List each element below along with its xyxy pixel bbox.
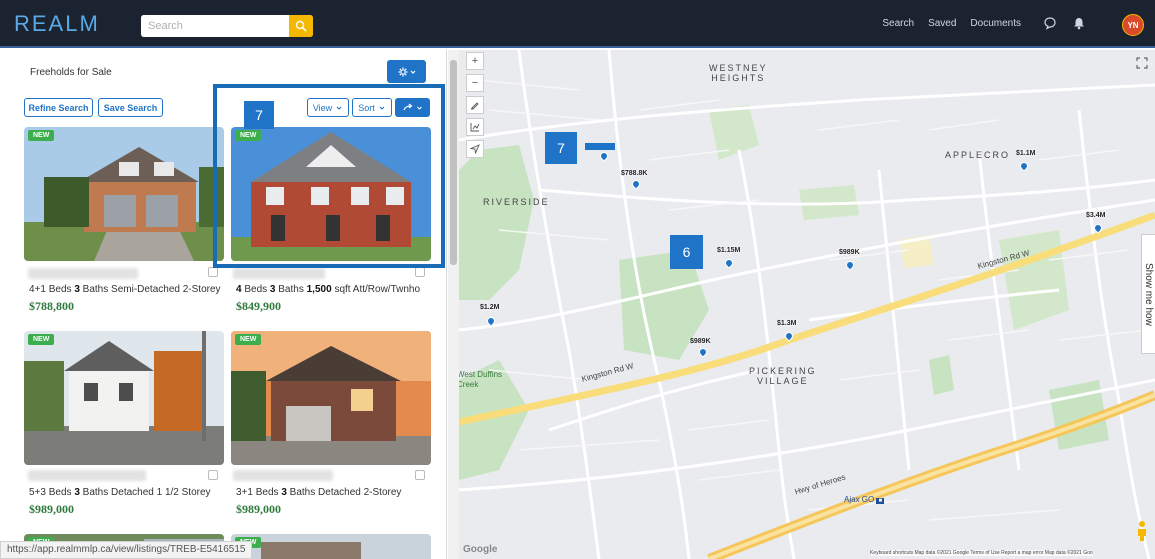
zoom-out-button[interactable]: −: [466, 74, 484, 92]
listing-card[interactable]: NEW: [24, 331, 224, 465]
blurred-address: [233, 268, 325, 279]
bell-icon[interactable]: [1072, 16, 1086, 30]
listing-price: $989,000: [236, 502, 281, 516]
settings-dropdown-button[interactable]: [387, 60, 426, 83]
map-label-pickering-village: PICKERING VILLAGE: [749, 366, 817, 386]
global-search: [141, 15, 313, 37]
step-badge: 7: [545, 132, 577, 164]
map-price-label-selected[interactable]: $849.9K: [585, 143, 616, 150]
show-me-how-tab[interactable]: Show me how: [1141, 234, 1155, 354]
map-attribution: Keyboard shortcuts Map data ©2021 Google…: [870, 550, 1093, 556]
locate-button[interactable]: [466, 140, 484, 158]
chart-icon: [470, 123, 480, 132]
listing-card[interactable]: NEW: [24, 127, 224, 261]
listing-specs: 5+3 Beds 3 Baths Detached 1 1/2 Storey: [29, 487, 211, 498]
street-view-pegman-icon[interactable]: [1135, 520, 1149, 542]
panel-title: Freeholds for Sale: [30, 67, 112, 78]
new-badge: NEW: [28, 130, 55, 141]
save-search-button[interactable]: Save Search: [98, 98, 163, 117]
listing-select-checkbox[interactable]: [415, 267, 425, 277]
listing-price: $788,800: [29, 299, 74, 313]
listings-panel: Freeholds for Sale Refine Search Save Se…: [0, 50, 447, 559]
listing-specs: 4+1 Beds 3 Baths Semi-Detached 2-Storey: [29, 284, 221, 295]
house-photo: [24, 331, 224, 465]
nav-documents[interactable]: Documents: [970, 18, 1021, 29]
top-navigation-bar: REALM Search Saved Documents YN: [0, 0, 1155, 48]
new-badge: NEW: [28, 334, 55, 345]
chat-icon[interactable]: [1043, 16, 1057, 30]
refine-search-button[interactable]: Refine Search: [24, 98, 93, 117]
new-badge: NEW: [235, 334, 262, 345]
map-label-west-duffins-creek: West Duffins Creek: [459, 370, 503, 389]
top-nav-links: Search Saved Documents: [882, 18, 1021, 29]
gear-icon: [398, 67, 407, 76]
map-price-label[interactable]: $989K: [839, 249, 860, 256]
show-me-how-label: Show me how: [1143, 262, 1154, 326]
google-logo: Google: [463, 544, 498, 555]
location-arrow-icon: [470, 144, 480, 154]
listing-price: $989,000: [29, 502, 74, 516]
map-price-label[interactable]: $1.1M: [1016, 150, 1035, 157]
map-price-label[interactable]: $1.15M: [717, 247, 740, 254]
listing-photo[interactable]: NEW: [231, 331, 431, 465]
listing-select-checkbox[interactable]: [208, 267, 218, 277]
map-view[interactable]: WESTNEY HEIGHTS RIVERSIDE APPLECRO PICKE…: [459, 50, 1155, 559]
listing-select-checkbox[interactable]: [415, 470, 425, 480]
map-price-label[interactable]: $3.4M: [1086, 212, 1105, 219]
listing-photo[interactable]: NEW: [231, 534, 431, 559]
listings-scrollbar[interactable]: [448, 50, 459, 559]
map-label-ajax-go: Ajax GO ■: [844, 495, 885, 504]
step-badge: 6: [670, 235, 703, 269]
house-photo: [231, 331, 431, 465]
blurred-address: [233, 470, 333, 481]
listing-price: $849,900: [236, 299, 281, 313]
transit-icon: ■: [876, 498, 885, 504]
scrollbar-thumb[interactable]: [450, 60, 457, 265]
nav-saved[interactable]: Saved: [928, 18, 956, 29]
map-label-riverside: RIVERSIDE: [483, 197, 550, 207]
map-price-label[interactable]: $1.2M: [480, 304, 499, 311]
chevron-down-icon: [410, 70, 415, 74]
listing-specs: 3+1 Beds 3 Baths Detached 2-Storey: [236, 487, 402, 498]
user-avatar[interactable]: YN: [1122, 14, 1144, 36]
chart-tool-button[interactable]: [466, 118, 484, 136]
blurred-address: [28, 268, 138, 279]
map-controls: + −: [466, 52, 484, 162]
listing-photo[interactable]: NEW: [24, 127, 224, 261]
listing-photo[interactable]: NEW: [24, 331, 224, 465]
realm-logo[interactable]: REALM: [14, 11, 100, 37]
map-label-applecroft: APPLECRO: [945, 150, 1011, 160]
pencil-icon: [470, 102, 479, 110]
map-price-label[interactable]: $989K: [690, 338, 711, 345]
house-photo: [24, 127, 224, 261]
zoom-in-button[interactable]: +: [466, 52, 484, 70]
listing-select-checkbox[interactable]: [208, 470, 218, 480]
draw-tool-button[interactable]: [466, 96, 484, 114]
global-search-input[interactable]: [141, 15, 289, 37]
listing-card[interactable]: NEW: [231, 534, 431, 559]
blurred-address: [28, 470, 146, 481]
listing-card[interactable]: NEW: [231, 331, 431, 465]
fullscreen-icon[interactable]: [1136, 57, 1148, 69]
step-badge: 7: [244, 101, 274, 129]
map-label-westney-heights: WESTNEY HEIGHTS: [709, 63, 768, 83]
status-bar-url: https://app.realmmlp.ca/view/listings/TR…: [0, 541, 253, 559]
listing-specs: 4 Beds 3 Baths 1,500 sqft Att/Row/Twnho: [236, 284, 421, 295]
search-button[interactable]: [289, 15, 313, 37]
search-icon: [295, 20, 307, 32]
nav-search[interactable]: Search: [882, 18, 914, 29]
map-price-label[interactable]: $1.3M: [777, 320, 796, 327]
map-price-label[interactable]: $788.8K: [621, 170, 647, 177]
